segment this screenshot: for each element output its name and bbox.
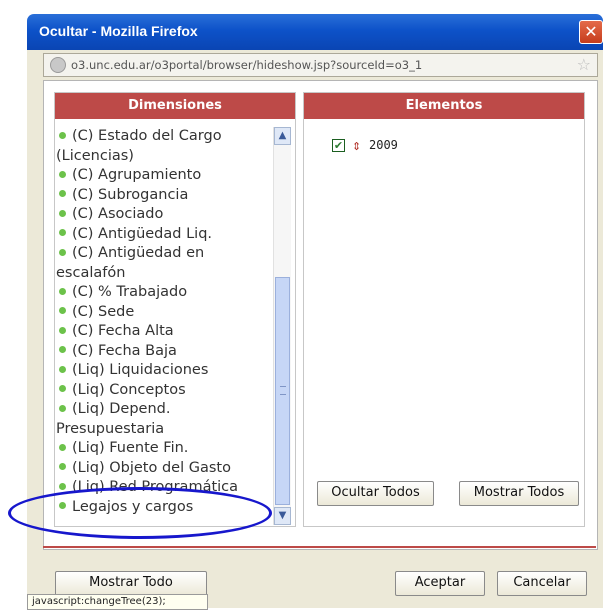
dimension-item[interactable]: (Liq) Liquidaciones <box>55 361 269 381</box>
dimension-label: (Liq) Liquidaciones <box>72 362 209 378</box>
dimension-label: (Liq) Objeto del Gasto <box>72 459 231 476</box>
bullet-icon <box>59 326 66 334</box>
mostrar-todo-button[interactable]: Mostrar Todo <box>55 571 207 596</box>
dimension-item[interactable]: (Liq) Depend. Presupuestaria <box>55 400 269 439</box>
aceptar-button[interactable]: Aceptar <box>395 571 485 596</box>
scroll-thumb[interactable] <box>275 277 290 505</box>
bullet-icon <box>59 287 66 295</box>
dimension-label: (Liq) Fuente Fin. <box>72 440 189 456</box>
address-bar[interactable]: o3.unc.edu.ar/o3portal/browser/hideshow.… <box>43 53 598 77</box>
dimension-item[interactable]: (C) Subrogancia <box>55 186 269 206</box>
dimension-label: (C) % Trabajado <box>72 284 188 300</box>
dimension-label: (C) Antigüedad Liq. <box>72 225 213 242</box>
star-icon[interactable]: ☆ <box>577 55 591 74</box>
elemento-label: 2009 <box>369 138 398 152</box>
bullet-icon <box>59 482 66 490</box>
window-titlebar: Ocultar - Mozilla Firefox ✕ <box>27 14 603 50</box>
bullet-icon <box>59 307 66 314</box>
url-text: o3.unc.edu.ar/o3portal/browser/hideshow.… <box>71 58 423 72</box>
footer-divider <box>43 546 596 548</box>
grip-icon <box>280 386 286 395</box>
bullet-icon <box>59 170 66 178</box>
scroll-up-button[interactable]: ▲ <box>274 127 291 145</box>
window-title: Ocultar - Mozilla Firefox <box>39 23 198 39</box>
dimension-item[interactable]: (C) Fecha Baja <box>55 342 269 362</box>
close-button[interactable]: ✕ <box>579 20 603 44</box>
bullet-icon <box>59 131 66 139</box>
dimensions-header: Dimensiones <box>55 93 295 119</box>
highlight-ellipse <box>8 487 272 539</box>
bullet-icon <box>59 190 66 197</box>
dimension-label: (C) Sede <box>72 303 135 320</box>
elementos-panel: Elementos ✔ ⇕ 2009 Ocultar Todos Mostrar… <box>303 92 585 527</box>
globe-icon <box>50 57 66 73</box>
mostrar-todos-button[interactable]: Mostrar Todos <box>459 481 579 506</box>
scroll-down-button[interactable]: ▼ <box>274 507 291 525</box>
bullet-icon <box>59 463 66 470</box>
elementos-header: Elementos <box>304 93 584 119</box>
dimension-item[interactable]: (Liq) Conceptos <box>55 381 269 401</box>
dimension-label: (C) Asociado <box>72 206 164 222</box>
bullet-icon <box>59 248 66 256</box>
dimension-item[interactable]: (C) Fecha Alta <box>55 322 269 342</box>
ocultar-todos-button[interactable]: Ocultar Todos <box>317 481 434 506</box>
dimension-label: (C) Fecha Alta <box>72 323 174 339</box>
dimension-label: (C) Antigüedad en escalafón <box>56 245 205 281</box>
dimension-item[interactable]: (C) Sede <box>55 303 269 323</box>
dimension-label: (Liq) Conceptos <box>72 381 186 398</box>
bullet-icon <box>59 365 66 373</box>
bullet-icon <box>59 346 66 353</box>
dimension-label: (C) Agrupamiento <box>72 167 202 183</box>
sort-icon: ⇕ <box>352 140 362 153</box>
dimension-item[interactable]: (Liq) Objeto del Gasto <box>55 459 269 479</box>
bullet-icon <box>59 443 66 451</box>
dimensions-panel: Dimensiones (C) Estado del Cargo (Licenc… <box>54 92 296 527</box>
dimension-item[interactable]: (Liq) Fuente Fin. <box>55 439 269 459</box>
dimension-label: (Liq) Depend. Presupuestaria <box>56 401 171 437</box>
bullet-icon <box>59 385 66 392</box>
browser-window: Ocultar - Mozilla Firefox ✕ o3.unc.edu.a… <box>0 0 603 610</box>
bullet-icon <box>59 404 66 412</box>
elemento-checkbox[interactable]: ✔ <box>332 139 345 152</box>
dimension-label: (C) Subrogancia <box>72 186 189 203</box>
dimension-item[interactable]: (C) Estado del Cargo (Licencias) <box>55 127 269 166</box>
dimension-label: (C) Fecha Baja <box>72 342 177 359</box>
dimension-item[interactable]: (C) % Trabajado <box>55 283 269 303</box>
dimension-item[interactable]: (C) Antigüedad Liq. <box>55 225 269 245</box>
close-icon: ✕ <box>584 22 598 41</box>
bullet-icon <box>59 229 66 236</box>
dimensions-scrollbar[interactable]: ▲ ▼ <box>273 127 291 525</box>
dimension-item[interactable]: (C) Antigüedad en escalafón <box>55 244 269 283</box>
dimensions-list: (C) Estado del Cargo (Licencias) (C) Agru… <box>55 127 269 525</box>
dimension-item[interactable]: (C) Asociado <box>55 205 269 225</box>
dimension-item[interactable]: (C) Agrupamiento <box>55 166 269 186</box>
cancelar-button[interactable]: Cancelar <box>497 571 587 596</box>
dimension-label: (C) Estado del Cargo (Licencias) <box>56 128 222 164</box>
bullet-icon <box>59 209 66 217</box>
